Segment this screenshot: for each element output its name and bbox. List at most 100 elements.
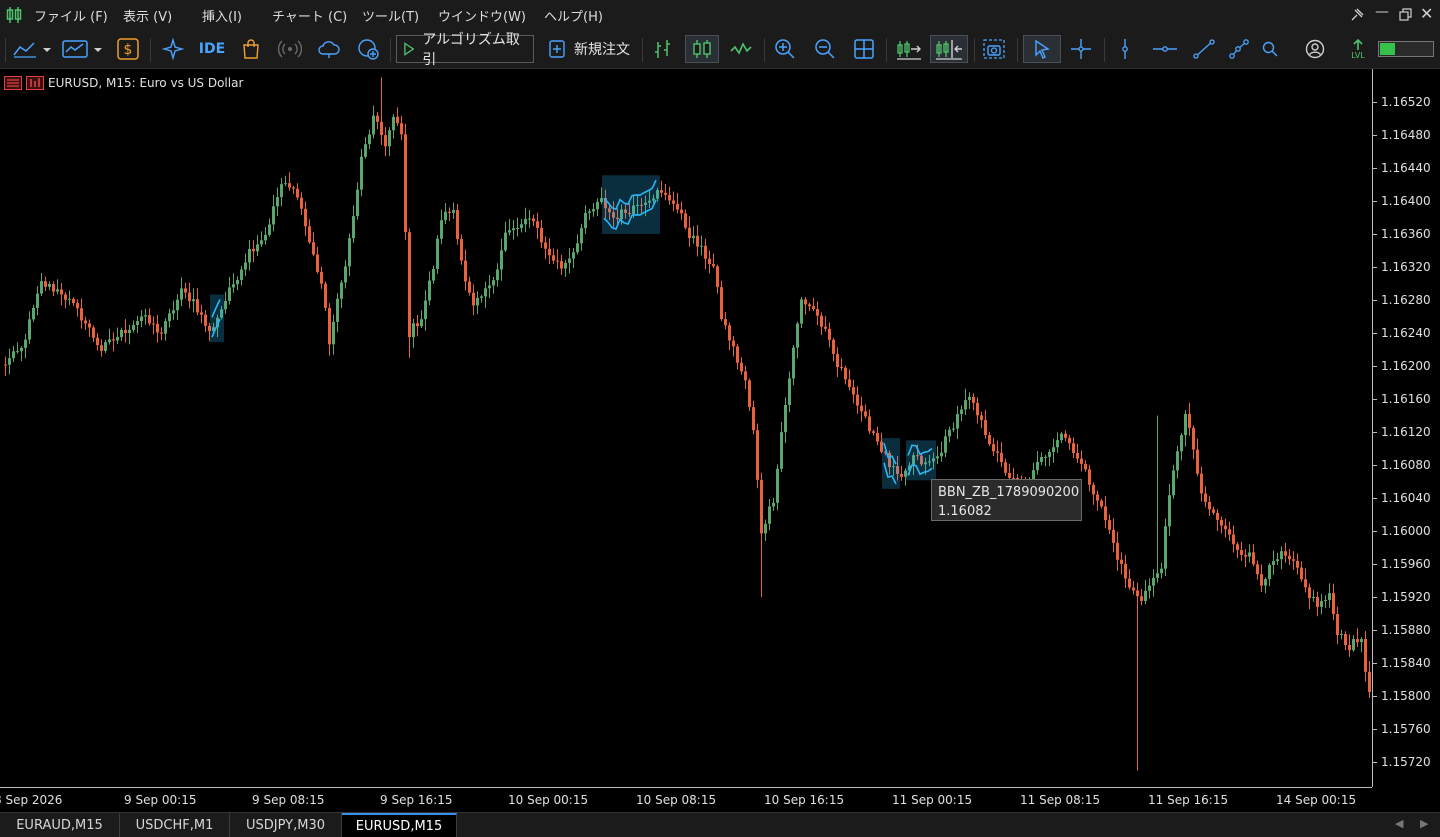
candle-body (992, 444, 995, 452)
candle-body (1208, 501, 1211, 510)
crosshair-tool-button[interactable] (1066, 35, 1096, 63)
price-tick-mark (1373, 267, 1377, 269)
chart-list-icon[interactable] (4, 76, 22, 90)
candle-body (1160, 568, 1163, 574)
candle-body (736, 346, 739, 363)
candle-body (808, 304, 811, 307)
play-icon (404, 42, 415, 56)
subscriptions-button[interactable] (354, 35, 384, 63)
zoom-in-button[interactable] (770, 35, 800, 63)
price-tick-label: 1.16280 (1381, 293, 1431, 308)
candle-body (720, 287, 723, 320)
objects-tool-button[interactable] (1224, 35, 1254, 63)
candle-body (436, 238, 439, 269)
candle-body (520, 224, 523, 228)
candle-body (732, 340, 735, 347)
candle-body (236, 280, 239, 285)
candle-body (1192, 427, 1195, 450)
vps-button[interactable] (314, 35, 344, 63)
signal-icon (278, 40, 302, 58)
candle-body (492, 280, 495, 286)
candlestick-icon (693, 40, 711, 58)
tab-eurusd-m15[interactable]: EURUSD,M15 (342, 813, 457, 837)
signals-button[interactable] (275, 35, 305, 63)
restore-icon[interactable] (1399, 8, 1412, 21)
auto-scroll-button[interactable] (892, 35, 926, 63)
screenshot-button[interactable] (979, 35, 1009, 63)
cursor-tool-button[interactable] (1023, 35, 1061, 63)
level-label: LVL (1351, 50, 1365, 60)
menu-help[interactable]: ヘルプ(H) (544, 6, 603, 25)
candle-body (724, 319, 727, 326)
chart-area[interactable] (0, 69, 1372, 787)
pin-icon[interactable] (1349, 7, 1365, 23)
tabs-scroll-left-icon[interactable]: ◀ (1395, 817, 1403, 830)
minimize-icon[interactable]: — (1375, 4, 1389, 20)
price-tick-label: 1.16120 (1381, 425, 1431, 440)
candle-body (576, 243, 579, 253)
candle-body (300, 197, 303, 209)
candle-body (1132, 587, 1135, 591)
line-chart-button[interactable] (726, 35, 756, 63)
tab-usdjpy-m30[interactable]: USDJPY,M30 (230, 813, 342, 837)
candle-body (1316, 597, 1319, 607)
price-tick-label: 1.15880 (1381, 623, 1431, 638)
ai-assistant-button[interactable] (158, 35, 188, 63)
price-tick-mark (1373, 399, 1377, 401)
menu-tools[interactable]: ツール(T) (362, 6, 419, 25)
new-order-button[interactable]: 新規注文 (542, 35, 636, 63)
indicators-dropdown[interactable] (60, 35, 106, 63)
candle-body (140, 316, 143, 322)
menu-view[interactable]: 表示 (V) (123, 6, 172, 25)
candle-body (432, 268, 435, 281)
time-axis[interactable]: 8 Sep 2026 9 Sep 00:15 9 Sep 08:15 9 Sep 16… (0, 787, 1372, 812)
candle-body (376, 115, 379, 122)
ide-button[interactable]: IDE (196, 35, 228, 63)
market-button[interactable] (236, 35, 266, 63)
candle-body (756, 430, 759, 480)
candle-body (1200, 473, 1203, 494)
candle-body (20, 347, 23, 352)
tile-windows-button[interactable] (849, 35, 879, 63)
tabs-scroll-right-icon[interactable]: ▶ (1420, 817, 1428, 830)
price-tick-mark (1373, 102, 1377, 103)
candle-body (1068, 437, 1071, 444)
tab-usdchf-m1[interactable]: USDCHF,M1 (120, 813, 230, 837)
candle-body (544, 242, 547, 249)
candle-body (1112, 529, 1115, 543)
account-button[interactable] (1300, 35, 1330, 63)
chart-shift-button[interactable] (930, 35, 968, 63)
price-tick-label: 1.15840 (1381, 656, 1431, 671)
candle-body (1008, 472, 1011, 478)
zoom-out-button[interactable] (810, 35, 840, 63)
candle-body (1280, 551, 1283, 560)
candle-body (72, 298, 75, 304)
vertical-line-tool-button[interactable] (1110, 35, 1140, 63)
close-icon[interactable]: ✕ (1420, 4, 1433, 23)
menu-file[interactable]: ファイル (F) (34, 6, 108, 25)
menu-chart[interactable]: チャート (C) (272, 6, 347, 25)
chart-type-dropdown[interactable] (10, 35, 54, 63)
candle-body (956, 414, 959, 429)
candle-body (948, 429, 951, 437)
price-axis[interactable]: 1.16520 1.16480 1.16440 1.16400 1.16360 1.163… (1372, 69, 1440, 787)
candle-body (816, 308, 819, 316)
bar-chart-button[interactable] (648, 35, 678, 63)
menu-window[interactable]: ウインドウ(W) (438, 6, 526, 25)
tab-euraud-m15[interactable]: EURAUD,M15 (0, 813, 120, 837)
horizontal-line-tool-button[interactable] (1150, 35, 1180, 63)
search-button[interactable] (1258, 35, 1282, 63)
price-tick-label: 1.16080 (1381, 458, 1431, 473)
candle-body (36, 293, 39, 308)
candle-body (48, 283, 51, 287)
candle-body (1252, 552, 1255, 565)
trendline-tool-button[interactable] (1189, 35, 1219, 63)
menu-insert[interactable]: 挿入(I) (202, 6, 242, 25)
candlestick-chart-button[interactable] (685, 35, 719, 63)
trading-button[interactable]: $ (114, 35, 142, 63)
candle-body (112, 339, 115, 341)
algo-trading-button[interactable]: アルゴリズム取引 (396, 32, 534, 68)
candle-body (528, 218, 531, 220)
toolbar-separator (642, 38, 643, 62)
chart-bars-icon[interactable] (26, 76, 44, 90)
